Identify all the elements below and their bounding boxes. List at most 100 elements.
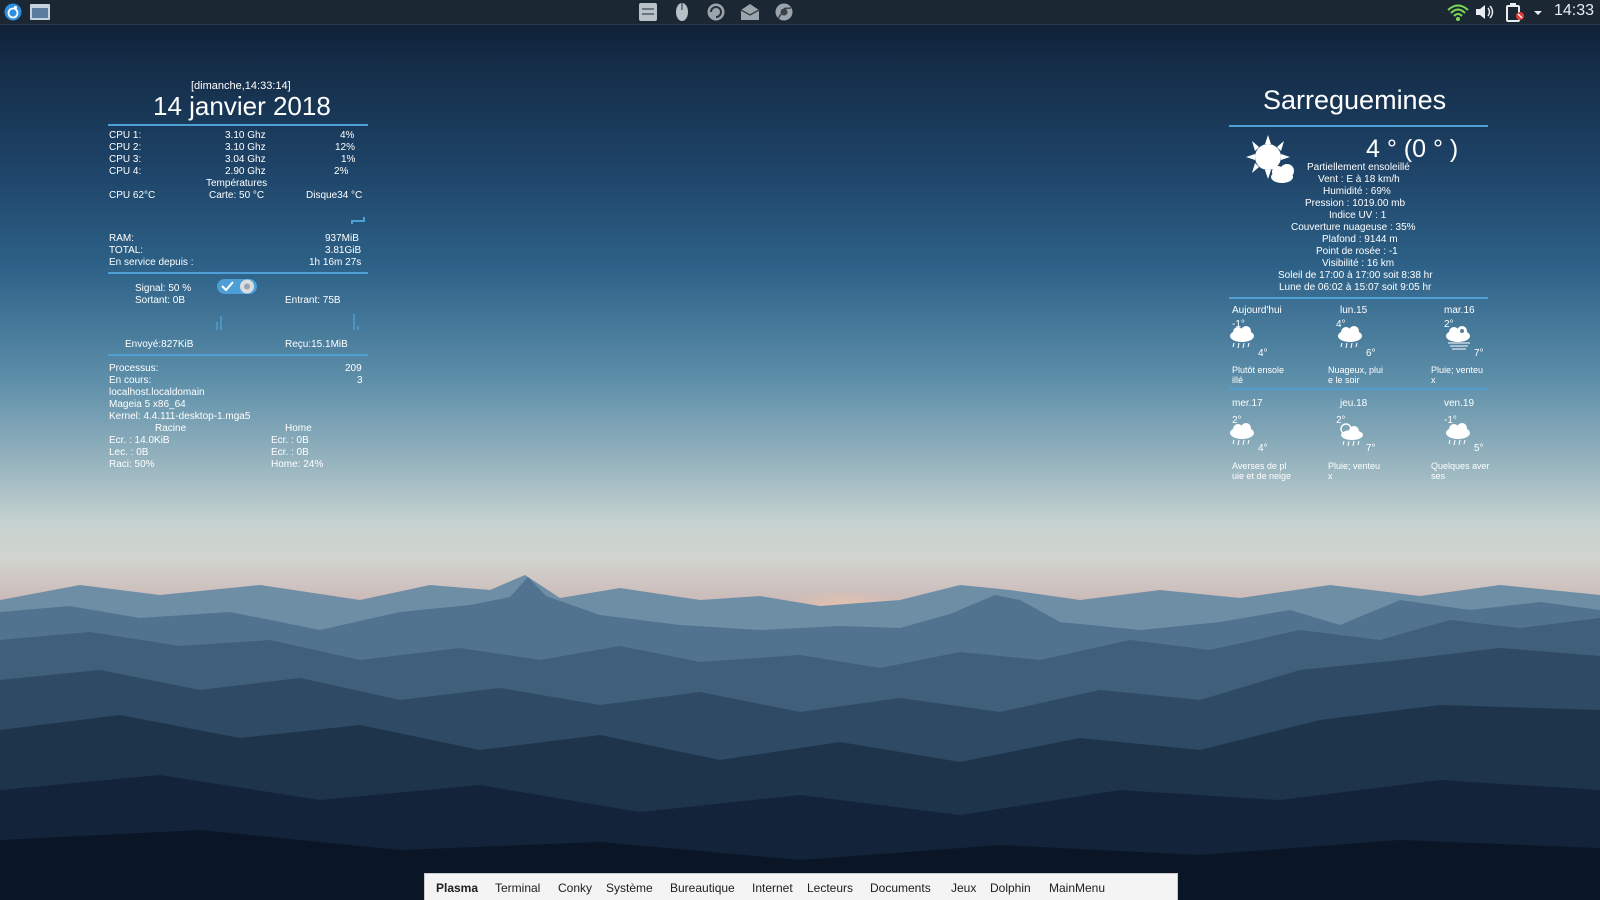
forecast-desc: Pluie; venteu x	[1431, 365, 1483, 385]
root-write: Ecr. : 14.0KiB	[109, 435, 170, 446]
menu-item-systeme[interactable]: Système	[606, 881, 653, 895]
forecast-desc-line: x	[1328, 471, 1333, 481]
menu-item-mainmenu[interactable]: MainMenu	[1049, 881, 1105, 895]
hostname: localhost.localdomain	[109, 387, 205, 398]
forecast-desc-line: Pluie; venteu	[1431, 365, 1484, 375]
tray-expand-icon[interactable]	[1532, 2, 1544, 22]
forecast-desc-line: e le soir	[1328, 375, 1360, 385]
rain-cloud-icon	[1230, 326, 1254, 349]
menu-item-conky[interactable]: Conky	[558, 881, 592, 895]
forecast-desc: Nuageux, plui e le soir	[1328, 365, 1383, 385]
uptime-value: 1h 16m 27s	[309, 257, 362, 268]
separator	[1229, 125, 1488, 127]
upload-graph	[216, 316, 222, 330]
weather-sun: Soleil de 17:00 à 17:00 soit 8:38 hr	[1278, 270, 1433, 281]
menu-item-terminal[interactable]: Terminal	[495, 881, 540, 895]
battery-icon[interactable]	[1503, 2, 1527, 22]
wifi-signal: Signal: 50 %	[135, 283, 192, 294]
forecast-desc-line: uie et de neige	[1232, 471, 1292, 481]
cpu2-freq: 3.10 Ghz	[225, 142, 266, 153]
forecast-day: mer.17	[1232, 398, 1263, 409]
weather-moon: Lune de 06:02 à 15:07 soit 9:05 hr	[1279, 282, 1432, 293]
cpu1-label: CPU 1:	[109, 130, 142, 141]
temp-disk: Disque34 °C	[306, 190, 363, 201]
temp-cpu: CPU 62°C	[109, 190, 156, 201]
updater-icon[interactable]	[706, 2, 726, 22]
weather-pressure: Pression : 1019.00 mb	[1305, 198, 1406, 209]
menu-item-internet[interactable]: Internet	[752, 881, 793, 895]
forecast-high: 4°	[1258, 443, 1268, 454]
volume-icon[interactable]	[1474, 2, 1496, 22]
forecast-desc-line: Averses de pl	[1232, 461, 1287, 471]
forecast-day: mar.16	[1444, 305, 1475, 316]
forecast-desc-line: Pluie; venteu	[1328, 461, 1381, 471]
separator	[108, 124, 368, 126]
forecast-high: 4°	[1258, 348, 1268, 359]
menu-item-bureautique[interactable]: Bureautique	[670, 881, 735, 895]
temp-card: Carte: 50 °C	[209, 190, 265, 201]
ram-value: 937MiB	[325, 233, 359, 244]
network-toggle-icon	[217, 279, 257, 294]
forecast-day: jeu.18	[1340, 398, 1368, 409]
desktop-show-icon[interactable]	[29, 2, 51, 22]
menu-item-plasma[interactable]: Plasma	[436, 881, 478, 895]
home-write: Ecr. : 0B	[271, 435, 309, 446]
cpu2-usage: 12%	[335, 142, 356, 153]
download-graph	[353, 314, 359, 330]
file-manager-icon[interactable]	[637, 2, 659, 22]
kernel: Kernel: 4.4.111-desktop-1.mga5	[109, 411, 251, 422]
browser-icon[interactable]	[774, 2, 794, 22]
weather-humidity: Humidité : 69%	[1323, 186, 1391, 197]
rain-snow-icon	[1446, 326, 1470, 350]
weather-condition: Partiellement ensoleillé	[1307, 162, 1410, 173]
separator	[1229, 388, 1488, 390]
home-title: Home	[285, 423, 312, 434]
menu-item-dolphin[interactable]: Dolphin	[990, 881, 1031, 895]
mail-icon[interactable]	[739, 2, 761, 22]
uptime-label: En service depuis :	[109, 257, 194, 268]
forecast-desc: Pluie; venteu x	[1328, 461, 1380, 481]
cpu4-freq: 2.90 Ghz	[225, 166, 266, 177]
weather-uv: Indice UV : 1	[1329, 210, 1387, 221]
weather-clouds: Couverture nuageuse : 35%	[1291, 222, 1416, 233]
weather-dewpoint: Point de rosée : -1	[1316, 246, 1398, 257]
weather-visibility: Visibilité : 16 km	[1322, 258, 1395, 269]
kde-menu-icon[interactable]	[3, 2, 23, 22]
total-value: 3.81GiB	[325, 245, 362, 256]
cpu1-freq: 3.10 Ghz	[225, 130, 266, 141]
top-panel: 14:33	[0, 0, 1600, 25]
forecast-desc-line: ses	[1431, 471, 1446, 481]
net-out: Sortant: 0B	[135, 295, 186, 306]
cpu3-usage: 1%	[341, 154, 356, 165]
temps-title: Températures	[206, 178, 268, 189]
running-value: 3	[357, 375, 363, 386]
menu-item-documents[interactable]: Documents	[870, 881, 931, 895]
weather-city: Sarreguemines	[1263, 85, 1447, 115]
forecast-day: Aujourd'hui	[1232, 305, 1282, 316]
net-in: Entrant: 75B	[285, 295, 341, 306]
forecast-day: lun.15	[1340, 305, 1368, 316]
net-received: Reçu:15.1MiB	[285, 339, 348, 350]
menu-item-lecteurs[interactable]: Lecteurs	[807, 881, 853, 895]
wifi-icon[interactable]	[1446, 2, 1470, 22]
forecast-desc: Averses de pl uie et de neige	[1232, 461, 1291, 481]
rain-cloud-icon	[1338, 326, 1362, 349]
clock[interactable]: 14:33	[1554, 2, 1594, 20]
mouse-settings-icon[interactable]	[672, 2, 692, 22]
sun-rain-icon	[1340, 423, 1363, 447]
separator	[108, 272, 368, 274]
home-read: Ecr. : 0B	[271, 447, 309, 458]
weather-wind: Vent : E à 18 km/h	[1318, 174, 1400, 185]
menu-item-jeux[interactable]: Jeux	[951, 881, 976, 895]
forecast-day: ven.19	[1444, 398, 1475, 409]
cpu4-label: CPU 4:	[109, 166, 142, 177]
forecast-desc-line: Plutôt ensole	[1232, 365, 1285, 375]
forecast-desc-line: x	[1431, 375, 1436, 385]
forecast-high: 6°	[1366, 348, 1376, 359]
separator	[1229, 297, 1488, 299]
forecast-desc-line: illé	[1232, 375, 1244, 385]
partly-sunny-icon	[1246, 135, 1294, 183]
forecast-high: 7°	[1474, 348, 1484, 359]
bottom-menu-bar: Plasma Terminal Conky Système Bureautiqu…	[424, 873, 1178, 900]
weather-ceiling: Plafond : 9144 m	[1322, 234, 1398, 245]
